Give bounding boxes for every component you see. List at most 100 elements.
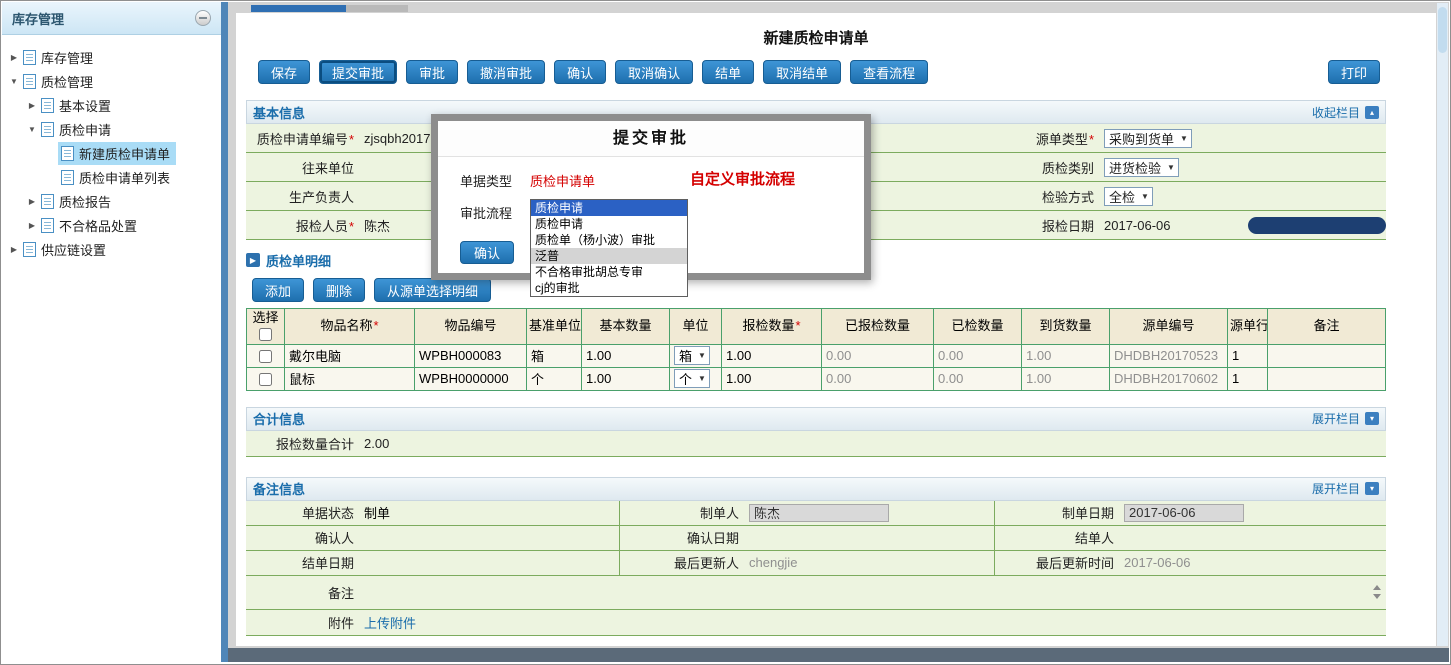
qty-cell[interactable]: 1.00	[722, 344, 822, 367]
remark-textarea[interactable]	[360, 576, 1386, 609]
sidebar-item-body[interactable]: 供应链设置	[20, 238, 112, 261]
sidebar-item-body[interactable]: 基本设置	[38, 94, 117, 117]
document-icon	[61, 170, 74, 185]
flow-option[interactable]: 质检申请	[531, 200, 687, 216]
select-all-checkbox[interactable]	[259, 328, 272, 341]
flow-option[interactable]: 质检申请	[531, 216, 687, 232]
sidebar-item[interactable]: 新建质检申请单	[2, 141, 221, 165]
document-icon	[41, 218, 54, 233]
minus-icon	[199, 17, 207, 19]
toolbar-button[interactable]: 取消确认	[615, 60, 693, 84]
sidebar-item[interactable]: ▶不合格品处置	[2, 213, 221, 237]
detail-button[interactable]: 添加	[252, 278, 304, 302]
toolbar-button[interactable]: 撤消审批	[467, 60, 545, 84]
field-cell: 2017-06-06	[1120, 501, 1386, 525]
remark-cell	[1268, 344, 1386, 367]
flow-option[interactable]: 不合格审批胡总专审	[531, 264, 687, 280]
sidebar-item-body[interactable]: 质检报告	[38, 190, 117, 213]
dropdown-select[interactable]: 个▼	[674, 369, 710, 388]
column-header: 源单行号	[1228, 309, 1268, 345]
dropdown-select[interactable]: 采购到货单▼	[1104, 129, 1192, 148]
section-title: 合计信息	[247, 409, 305, 428]
document-icon	[41, 122, 54, 137]
spinner-arrows-icon[interactable]	[1373, 585, 1381, 599]
sidebar-item-label: 质检报告	[59, 192, 111, 211]
print-button[interactable]: 打印	[1328, 60, 1380, 84]
field-cell	[745, 526, 995, 550]
sidebar-item-body[interactable]: 质检申请	[38, 118, 117, 141]
scrollbar-track[interactable]	[1437, 3, 1448, 646]
toolbar-button[interactable]: 保存	[258, 60, 310, 84]
sidebar-item[interactable]: ▼质检申请	[2, 117, 221, 141]
column-header: 源单编号	[1110, 309, 1228, 345]
dropdown-select[interactable]: 箱▼	[674, 346, 710, 365]
chevron-right-icon[interactable]: ▶	[26, 221, 38, 230]
sidebar-item[interactable]: ▶供应链设置	[2, 237, 221, 261]
sidebar-item-body[interactable]: 质检管理	[20, 70, 99, 93]
row-checkbox[interactable]	[259, 350, 272, 363]
scrollbar-thumb[interactable]	[1438, 7, 1447, 53]
disabled-input: 2017-06-06	[1124, 504, 1244, 522]
flow-option[interactable]: 质检单（杨小波）审批	[531, 232, 687, 248]
document-icon	[41, 194, 54, 209]
document-icon	[61, 146, 74, 161]
sidebar-item[interactable]: 质检申请单列表	[2, 165, 221, 189]
unit-cell: 箱▼	[670, 344, 722, 367]
chevron-right-icon[interactable]: ▶	[26, 101, 38, 110]
sidebar-splitter[interactable]	[221, 2, 228, 662]
chevron-down-icon: ▼	[698, 351, 706, 360]
sidebar-item-label: 质检申请单列表	[79, 168, 170, 187]
sidebar-item-label: 质检管理	[41, 72, 93, 91]
highlight-pill	[1248, 217, 1386, 234]
dropdown-select[interactable]: 全检▼	[1104, 187, 1153, 206]
detail-button[interactable]: 从源单选择明细	[374, 278, 491, 302]
arrived-qty-cell: 1.00	[1022, 367, 1110, 390]
toolbar-button[interactable]: 查看流程	[850, 60, 928, 84]
upload-attachment-link[interactable]: 上传附件	[364, 613, 416, 632]
expand-section-link[interactable]: 展开栏目 ▾	[1312, 410, 1385, 427]
cell	[247, 367, 285, 390]
sidebar-item-body[interactable]: 库存管理	[20, 46, 99, 69]
expand-section-link[interactable]: 展开栏目 ▾	[1312, 480, 1385, 497]
chevron-down-icon[interactable]: ▼	[26, 125, 38, 134]
toolbar-button[interactable]: 确认	[554, 60, 606, 84]
item-name-cell: 鼠标	[285, 367, 415, 390]
chevron-right-icon[interactable]: ▶	[26, 197, 38, 206]
sidebar-item-body[interactable]: 质检申请单列表	[58, 166, 176, 189]
toolbar-button[interactable]: 结单	[702, 60, 754, 84]
sidebar-item-body[interactable]: 不合格品处置	[38, 214, 143, 237]
chevron-down-icon: ▼	[1167, 163, 1175, 172]
flow-dropdown-list: 质检申请质检申请质检单（杨小波）审批泛普不合格审批胡总专审cj的审批	[530, 199, 688, 297]
detail-button[interactable]: 删除	[313, 278, 365, 302]
reported-qty-cell: 0.00	[822, 367, 934, 390]
chevron-right-icon[interactable]: ▶	[8, 245, 20, 254]
toolbar-button[interactable]: 提交审批	[319, 60, 397, 84]
collapse-section-link[interactable]: 收起栏目 ▴	[1312, 104, 1385, 121]
field-label: 源单类型*	[940, 129, 1100, 148]
field-label: 确认日期	[620, 528, 745, 547]
sidebar-item[interactable]: ▶库存管理	[2, 45, 221, 69]
flow-option[interactable]: cj的审批	[531, 280, 687, 296]
toolbar-button[interactable]: 取消结单	[763, 60, 841, 84]
field-cell	[360, 551, 620, 575]
field-label: 质检类别	[940, 158, 1100, 177]
flow-option[interactable]: 泛普	[531, 248, 687, 264]
sidebar-item-body[interactable]: 新建质检申请单	[58, 142, 176, 165]
sidebar-item[interactable]: ▶ 质检报告	[2, 189, 221, 213]
table-row: 鼠标WPBH0000000个1.00个▼1.000.000.001.00DHDB…	[247, 367, 1386, 390]
field-value: chengjie	[749, 555, 797, 570]
sidebar-item[interactable]: ▼ 质检管理	[2, 69, 221, 93]
row-checkbox[interactable]	[259, 373, 272, 386]
dropdown-select[interactable]: 进货检验▼	[1104, 158, 1179, 177]
confirm-button[interactable]: 确认	[460, 241, 514, 264]
chevron-down-icon[interactable]: ▼	[8, 77, 20, 86]
collapse-sidebar-button[interactable]	[195, 10, 211, 26]
column-header: 已检数量	[934, 309, 1022, 345]
sidebar-item[interactable]: ▶基本设置	[2, 93, 221, 117]
chevron-right-icon[interactable]: ▶	[8, 53, 20, 62]
doc-type-value: 质检申请单	[530, 171, 595, 190]
table-header-row: 选择物品名称*物品编号基准单位基本数量单位报检数量*已报检数量已检数量到货数量源…	[247, 309, 1386, 345]
qty-cell[interactable]: 1.00	[722, 367, 822, 390]
field-label: 结单人	[995, 528, 1120, 547]
toolbar-button[interactable]: 审批	[406, 60, 458, 84]
